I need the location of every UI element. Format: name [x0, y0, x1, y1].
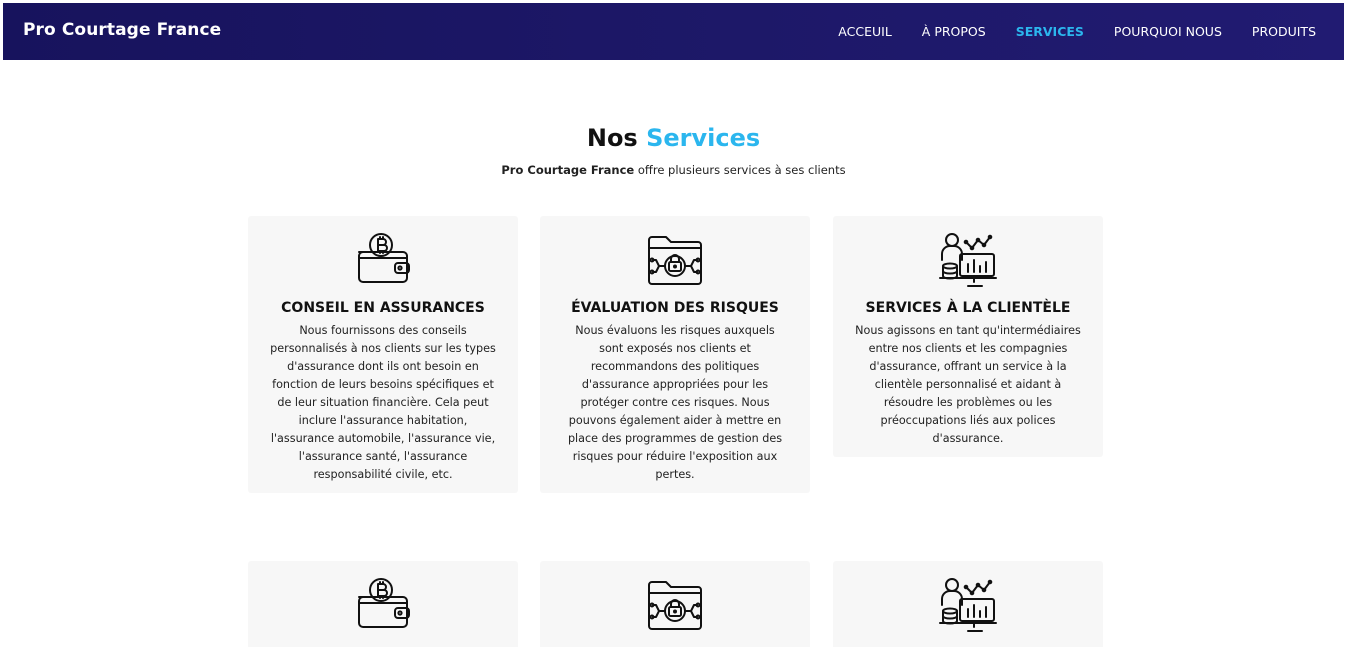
navbar: Pro Courtage France ACCEUIL À PROPOS SER… — [3, 3, 1344, 60]
section-title: Nos Services — [0, 124, 1347, 152]
service-card-row2-1 — [248, 561, 518, 647]
section-title-accent: Services — [646, 124, 761, 152]
card-title: ÉVALUATION DES RISQUES — [571, 300, 779, 316]
secure-folder-icon — [645, 575, 705, 635]
card-title: CONSEIL EN ASSURANCES — [281, 300, 485, 316]
card-title: SERVICES À LA CLIENTÈLE — [865, 300, 1071, 316]
nav-link-acceuil[interactable]: ACCEUIL — [838, 24, 892, 39]
card-text: Nous agissons en tant qu'intermédiaires … — [855, 324, 1081, 445]
brand-logo[interactable]: Pro Courtage France — [23, 20, 221, 40]
customer-analytics-icon — [938, 575, 998, 635]
section-subtitle: Pro Courtage France offre plusieurs serv… — [0, 163, 1347, 177]
customer-analytics-icon — [938, 230, 998, 290]
wallet-bitcoin-icon — [353, 230, 413, 290]
subtitle-text: offre plusieurs services à ses clients — [637, 163, 846, 177]
subtitle-brand: Pro Courtage France — [501, 163, 635, 177]
card-text: Nous fournissons des conseils personnali… — [270, 324, 496, 481]
nav-link-services[interactable]: SERVICES — [1016, 24, 1084, 39]
card-text: Nous évaluons les risques auxquels sont … — [567, 324, 783, 481]
secure-folder-icon — [645, 230, 705, 290]
service-card-conseil: CONSEIL EN ASSURANCES Nous fournissons d… — [248, 216, 518, 493]
wallet-bitcoin-icon — [353, 575, 413, 635]
nav-link-pourquoi-nous[interactable]: POURQUOI NOUS — [1114, 24, 1222, 39]
nav-link-a-propos[interactable]: À PROPOS — [922, 24, 986, 39]
nav-menu: ACCEUIL À PROPOS SERVICES POURQUOI NOUS … — [808, 3, 1344, 60]
service-card-row2-3 — [833, 561, 1103, 647]
nav-link-produits[interactable]: PRODUITS — [1252, 24, 1316, 39]
service-card-row2-2 — [540, 561, 810, 647]
service-card-evaluation: ÉVALUATION DES RISQUES Nous évaluons les… — [540, 216, 810, 493]
section-title-plain: Nos — [586, 124, 638, 152]
service-card-clientele: SERVICES À LA CLIENTÈLE Nous agissons en… — [833, 216, 1103, 457]
